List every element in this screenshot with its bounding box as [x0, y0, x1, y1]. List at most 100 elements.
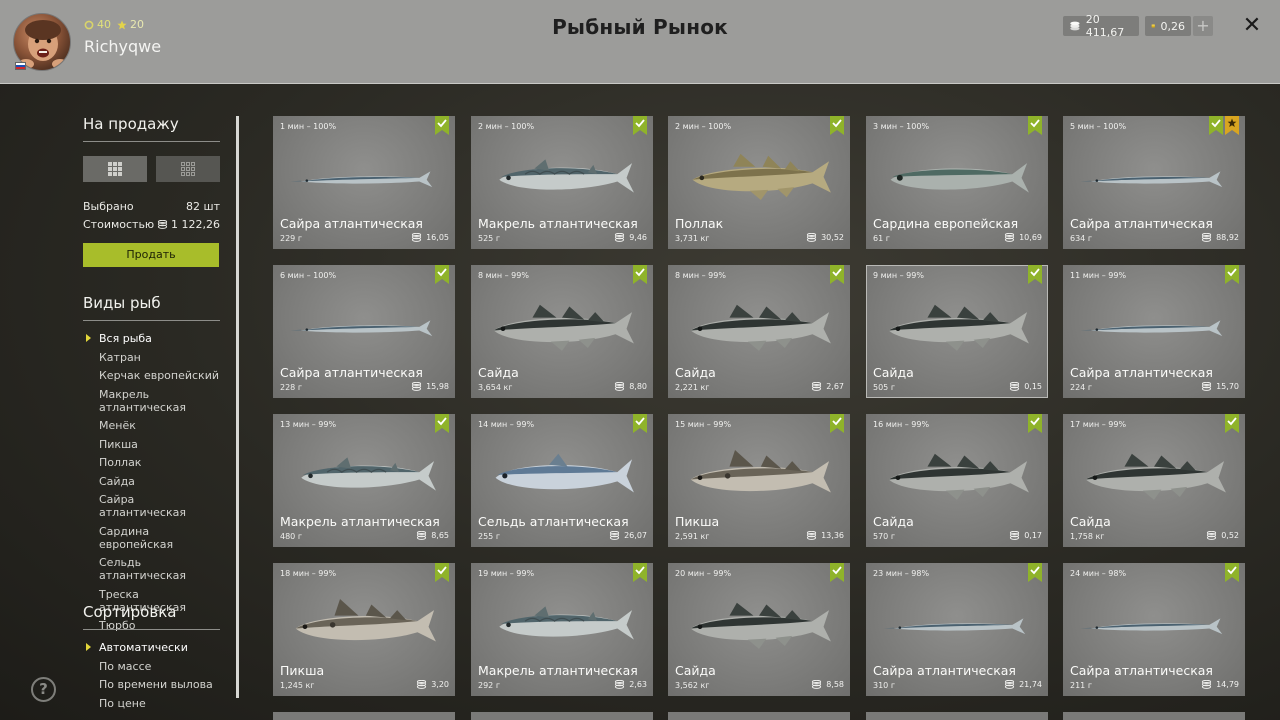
fish-price-value: 2,63	[629, 680, 647, 689]
fish-card[interactable]: 6 мин – 100% Сайра атлантическая 228 г 15,…	[273, 265, 455, 398]
selected-checkmark-icon[interactable]	[435, 414, 449, 433]
selected-checkmark-icon[interactable]	[435, 563, 449, 582]
grid-small-view-button[interactable]	[156, 156, 220, 182]
silver-coins-icon	[806, 233, 817, 242]
fish-types-list: Вся рыба Катран Керчак европейский Макрель …	[83, 332, 223, 638]
catch-time-freshness: 14 мин – 99%	[478, 420, 535, 429]
fish-card[interactable]: 14 мин – 99% Сельдь атлантическая 255 г 26…	[471, 414, 653, 547]
fish-card[interactable]: 9 мин – 99% Сайда 505 г 0,15	[866, 265, 1048, 398]
fish-card[interactable]: 13 мин – 99% Макрель атлантическая 480 г 8…	[273, 414, 455, 547]
fish-price: 2,63	[614, 680, 647, 689]
selected-checkmark-icon[interactable]	[633, 265, 647, 284]
fish-card[interactable]: 23 мин – 98% Сайра атлантическая 310 г 21,…	[866, 563, 1048, 696]
fish-card[interactable]: 15 мин – 99% Пикша 2,591 кг 13,36	[668, 414, 850, 547]
silver-coins-icon	[615, 680, 625, 689]
fish-type-item[interactable]: Сельдь атлантическая	[83, 556, 223, 582]
fish-type-item[interactable]: Сардина европейская	[83, 525, 223, 551]
fish-type-item[interactable]: Менёк	[83, 419, 223, 432]
selected-checkmark-icon[interactable]	[633, 116, 647, 135]
fish-weight: 229 г	[280, 234, 303, 243]
selected-checkmark-icon[interactable]	[1225, 563, 1239, 582]
fish-card[interactable]: 19 мин – 99% Макрель атлантическая 292 г 2…	[471, 563, 653, 696]
fish-type-item[interactable]: Сайда	[83, 475, 223, 488]
fish-card[interactable]: 20 мин – 99% Сайда 3,562 кг 8,58	[668, 563, 850, 696]
selected-checkmark-icon[interactable]	[830, 116, 844, 135]
fish-type-item[interactable]: Поллак	[83, 456, 223, 469]
fish-price: 21,74	[1004, 680, 1042, 689]
fish-name: Пикша	[280, 663, 325, 678]
fish-card[interactable]: 5 мин – 100% Сайра атлантическая 634 г 88,…	[1063, 116, 1245, 249]
fish-name: Сайра атлантическая	[280, 365, 423, 380]
selected-checkmark-icon[interactable]	[830, 414, 844, 433]
sort-option-item[interactable]: По времени вылова	[83, 678, 223, 691]
selected-checkmark-icon[interactable]	[633, 414, 647, 433]
fish-card-partial[interactable]	[668, 712, 850, 720]
selected-checkmark-icon[interactable]	[1028, 414, 1042, 433]
catch-time-freshness: 20 мин – 99%	[675, 569, 732, 578]
fish-name: Сайра атлантическая	[1070, 216, 1213, 231]
fish-card[interactable]: 1 мин – 100% Сайра атлантическая 229 г 16,…	[273, 116, 455, 249]
fish-card[interactable]: 8 мин – 99% Сайда 2,221 кг 2,67	[668, 265, 850, 398]
selected-checkmark-icon[interactable]	[1028, 563, 1042, 582]
grid-scrollbar[interactable]	[236, 116, 239, 698]
add-currency-button[interactable]: +	[1193, 16, 1213, 36]
catch-time-freshness: 9 мин – 99%	[873, 271, 924, 280]
fish-card[interactable]: 18 мин – 99% Пикша 1,245 кг 3,20	[273, 563, 455, 696]
fish-name: Сайда	[1070, 514, 1111, 529]
fish-weight: 1,758 кг	[1070, 532, 1105, 541]
fish-name: Сайра атлантическая	[1070, 365, 1213, 380]
fish-type-item[interactable]: Керчак европейский	[83, 369, 223, 382]
fish-price-value: 8,65	[431, 531, 449, 540]
sort-option-item[interactable]: По массе	[83, 660, 223, 673]
fish-card[interactable]: 16 мин – 99% Сайда 570 г 0,17	[866, 414, 1048, 547]
fish-card[interactable]: 24 мин – 98% Сайра атлантическая 211 г 14,…	[1063, 563, 1245, 696]
selected-checkmark-icon[interactable]	[830, 265, 844, 284]
fish-types-heading: Виды рыб	[83, 294, 220, 321]
fish-type-item[interactable]: Вся рыба	[83, 332, 223, 345]
fish-card-partial[interactable]	[273, 712, 455, 720]
selected-checkmark-icon[interactable]	[435, 265, 449, 284]
selected-checkmark-icon[interactable]	[1028, 116, 1042, 135]
fish-card-partial[interactable]	[471, 712, 653, 720]
fish-card-partial[interactable]	[1063, 712, 1245, 720]
username: Richyqwe	[84, 37, 162, 56]
grid-large-view-button[interactable]	[83, 156, 147, 182]
fish-card-partial[interactable]	[866, 712, 1048, 720]
silver-coins-icon	[157, 220, 168, 229]
fish-price-value: 0,17	[1024, 531, 1042, 540]
fish-name: Сайра атлантическая	[1070, 663, 1213, 678]
silver-coins-icon	[417, 680, 427, 689]
selected-checkmark-icon[interactable]	[1225, 265, 1239, 284]
fish-card[interactable]: 3 мин – 100% Сардина европейская 61 г 10,6…	[866, 116, 1048, 249]
haddock-fish-image	[295, 599, 436, 642]
selected-checkmark-icon[interactable]	[1225, 414, 1239, 433]
gold-coins-icon	[1151, 24, 1156, 28]
fish-type-item[interactable]: Пикша	[83, 438, 223, 451]
fish-type-item[interactable]: Сайра атлантическая	[83, 493, 223, 519]
sell-button[interactable]: Продать	[83, 243, 219, 267]
help-button[interactable]: ?	[31, 677, 56, 702]
fish-card[interactable]: 2 мин – 100% Макрель атлантическая 525 г 9…	[471, 116, 653, 249]
fish-card[interactable]: 8 мин – 99% Сайда 3,654 кг 8,80	[471, 265, 653, 398]
fish-type-item[interactable]: Катран	[83, 351, 223, 364]
selected-checkmark-icon[interactable]	[830, 563, 844, 582]
saury-fish-image	[290, 171, 433, 188]
selected-checkmark-icon[interactable]	[435, 116, 449, 135]
sort-option-item[interactable]: Автоматически	[83, 641, 223, 654]
selected-value: 82 шт	[186, 200, 220, 213]
selected-checkmark-icon[interactable]	[1028, 265, 1042, 284]
selected-checkmark-icon[interactable]	[1209, 116, 1223, 135]
sort-option-item[interactable]: По цене	[83, 697, 223, 710]
trophy-star-icon	[1225, 116, 1239, 135]
fish-card[interactable]: 2 мин – 100% Поллак 3,731 кг 30,52	[668, 116, 850, 249]
close-button[interactable]: ✕	[1240, 14, 1264, 38]
fish-price: 2,67	[811, 382, 844, 391]
fish-type-item[interactable]: Макрель атлантическая	[83, 388, 223, 414]
silver-coins-icon	[812, 382, 822, 391]
fish-card[interactable]: 11 мин – 99% Сайра атлантическая 224 г 15,…	[1063, 265, 1245, 398]
fish-card[interactable]: 17 мин – 99% Сайда 1,758 кг 0,52	[1063, 414, 1245, 547]
silver-balance: 20 411,67	[1063, 13, 1139, 39]
view-toggle	[83, 156, 220, 182]
fish-price-value: 15,98	[426, 382, 449, 391]
selected-checkmark-icon[interactable]	[633, 563, 647, 582]
